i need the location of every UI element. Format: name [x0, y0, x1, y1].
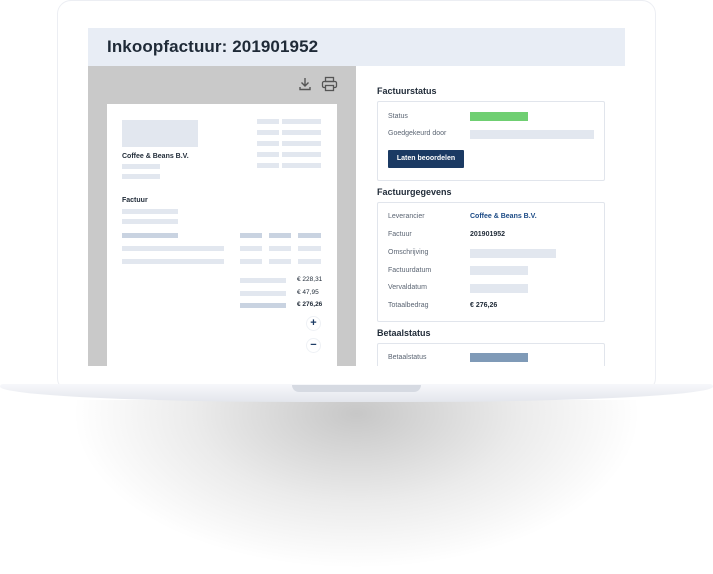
table-header-placeholder — [298, 233, 321, 238]
supplier-label: Leverancier — [388, 213, 425, 220]
document-company-name: Coffee & Beans B.V. — [122, 153, 189, 160]
payment-status-indicator — [470, 353, 528, 362]
invoice-date-label: Factuurdatum — [388, 267, 432, 274]
payment-status-label: Betaalstatus — [388, 354, 427, 361]
payment-status-card: Betaalstatus — [377, 343, 605, 366]
text-placeholder — [282, 141, 321, 146]
text-placeholder — [122, 174, 160, 179]
text-placeholder — [257, 163, 279, 168]
document-heading: Factuur — [122, 197, 148, 204]
total-amount-label: Totaalbedrag — [388, 302, 429, 309]
text-placeholder — [257, 130, 279, 135]
approved-by-value — [470, 130, 594, 139]
status-label: Status — [388, 113, 408, 120]
review-button[interactable]: Laten beoordelen — [388, 150, 464, 168]
description-value — [470, 249, 556, 258]
page-title: Inkoopfactuur: 201901952 — [107, 37, 319, 56]
text-placeholder — [122, 246, 224, 251]
logo-placeholder — [122, 120, 198, 147]
text-placeholder — [122, 209, 178, 214]
text-placeholder — [269, 259, 291, 264]
text-placeholder — [240, 291, 286, 296]
document-total: € 276,26 — [297, 301, 323, 308]
text-placeholder — [240, 303, 286, 308]
text-placeholder — [257, 152, 279, 157]
zoom-out-button[interactable]: − — [306, 338, 321, 353]
invoice-document: Coffee & Beans B.V. Factuur € 228,31 € 4… — [107, 104, 337, 366]
text-placeholder — [282, 163, 321, 168]
table-header-placeholder — [122, 233, 178, 238]
section-title-factuurstatus: Factuurstatus — [377, 86, 437, 96]
printer-icon[interactable] — [321, 76, 338, 92]
supplier-link[interactable]: Coffee & Beans B.V. — [470, 213, 537, 220]
section-title-betaalstatus: Betaalstatus — [377, 328, 431, 338]
details-panel: Factuurstatus Status Goedgekeurd door La… — [356, 66, 625, 366]
zoom-in-button[interactable]: + — [306, 316, 321, 331]
document-subtotal: € 228,31 — [297, 276, 323, 283]
text-placeholder — [298, 246, 321, 251]
text-placeholder — [257, 141, 279, 146]
invoice-details-card: Leverancier Coffee & Beans B.V. Factuur … — [377, 202, 605, 322]
section-title-factuurgegevens: Factuurgegevens — [377, 187, 452, 197]
document-tax: € 47,95 — [297, 289, 319, 296]
text-placeholder — [282, 130, 321, 135]
text-placeholder — [257, 119, 279, 124]
download-icon[interactable] — [297, 76, 313, 92]
text-placeholder — [122, 219, 178, 224]
text-placeholder — [282, 119, 321, 124]
text-placeholder — [240, 246, 262, 251]
table-header-placeholder — [240, 233, 262, 238]
text-placeholder — [269, 246, 291, 251]
text-placeholder — [240, 278, 286, 283]
status-indicator — [470, 112, 528, 121]
text-placeholder — [298, 259, 321, 264]
text-placeholder — [122, 164, 160, 169]
invoice-number-value: 201901952 — [470, 231, 506, 238]
text-placeholder — [122, 259, 224, 264]
invoice-number-label: Factuur — [388, 231, 412, 238]
laptop-notch — [292, 385, 421, 392]
description-label: Omschrijving — [388, 249, 429, 256]
due-date-label: Vervaldatum — [388, 284, 427, 291]
invoice-status-card: Status Goedgekeurd door Laten beoordelen — [377, 101, 605, 181]
document-viewer: Coffee & Beans B.V. Factuur € 228,31 € 4… — [88, 66, 356, 366]
text-placeholder — [240, 259, 262, 264]
page-header: Inkoopfactuur: 201901952 — [88, 28, 625, 66]
laptop-shadow — [70, 400, 643, 570]
due-date-value — [470, 284, 528, 293]
text-placeholder — [282, 152, 321, 157]
total-amount-value: € 276,26 — [470, 302, 498, 309]
table-header-placeholder — [269, 233, 291, 238]
invoice-date-value — [470, 266, 528, 275]
approved-by-label: Goedgekeurd door — [388, 130, 447, 137]
